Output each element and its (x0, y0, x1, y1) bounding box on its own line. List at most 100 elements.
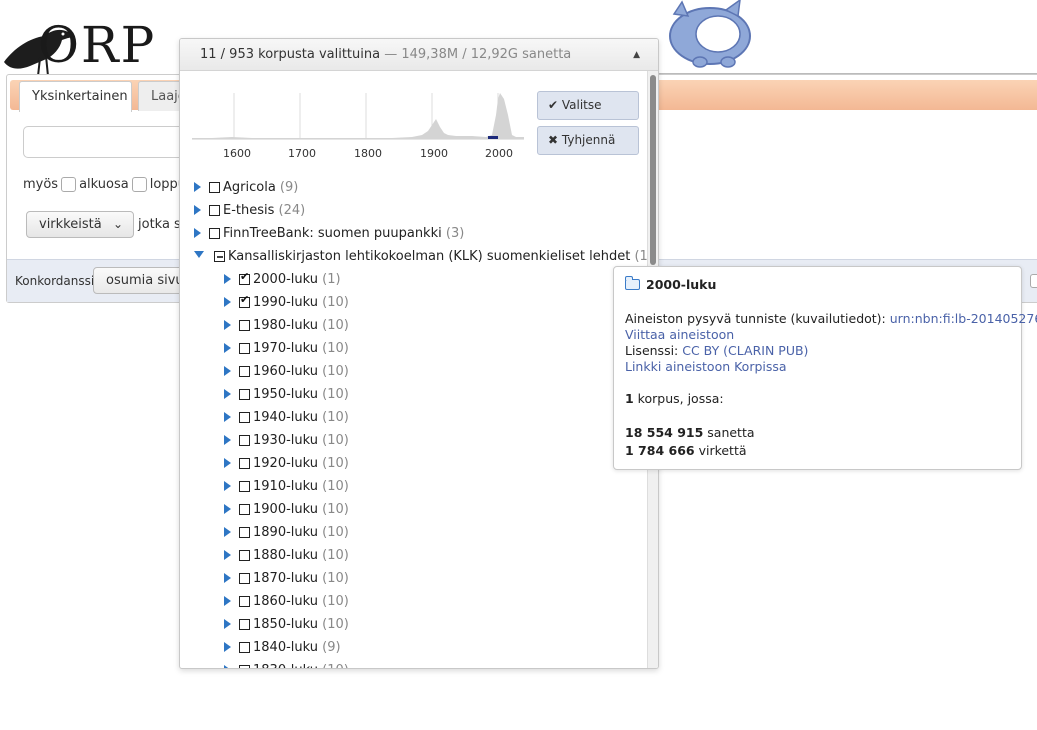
corpus-checkbox[interactable] (239, 619, 250, 630)
select-all-button[interactable]: ✔ Valitse kaikki (537, 91, 639, 139)
korp-link[interactable]: Linkki aineistoon Korpissa (625, 359, 787, 374)
corpus-checkbox[interactable] (239, 504, 250, 515)
corpus-tree-subitem[interactable]: 1830-luku (10) (224, 660, 349, 668)
expand-arrow-icon[interactable] (224, 274, 231, 284)
corpus-checkbox[interactable] (239, 412, 250, 423)
tab-simple[interactable]: Yksinkertainen (19, 81, 132, 112)
korp-logo[interactable]: ORP (0, 8, 175, 77)
corpus-tree-subitem[interactable]: 1930-luku (10) (224, 430, 349, 452)
expand-arrow-icon[interactable] (194, 182, 201, 192)
corpus-tree-subitem[interactable]: 1990-luku (10) (224, 292, 349, 314)
pid-link[interactable]: urn:nbn:fi:lb-201405276 (890, 311, 1037, 326)
expand-arrow-icon[interactable] (224, 412, 231, 422)
corpus-tree-subitem[interactable]: 1850-luku (10) (224, 614, 349, 636)
expand-arrow-icon[interactable] (224, 297, 231, 307)
corpus-tree-item[interactable]: FinnTreeBank: suomen puupankki (3) (194, 223, 464, 245)
corpus-tree-item[interactable]: Agricola (9) (194, 177, 298, 199)
unit-select[interactable]: virkkeistä ⌄ (26, 211, 134, 238)
expand-arrow-icon[interactable] (224, 665, 231, 668)
corpus-tree-subitem[interactable]: 1900-luku (10) (224, 499, 349, 521)
tokens-value: 18 554 915 (625, 425, 704, 440)
corpus-tree-item[interactable]: Kansalliskirjaston lehtikokoelman (KLK) … (194, 246, 658, 268)
info-title-text: 2000-luku (646, 277, 717, 292)
folder-icon (624, 276, 640, 290)
corpus-checkbox[interactable] (239, 642, 250, 653)
expand-arrow-icon[interactable] (224, 619, 231, 629)
expand-arrow-icon[interactable] (224, 435, 231, 445)
corpus-checkbox[interactable] (239, 596, 250, 607)
corpus-count: (9) (279, 180, 299, 195)
corpus-checkbox[interactable] (239, 270, 250, 285)
corpus-count: (10) (322, 525, 349, 540)
corpus-tree-item[interactable]: E-thesis (24) (194, 200, 305, 222)
sentences-label: virkettä (694, 443, 747, 458)
expand-arrow-icon[interactable] (194, 205, 201, 215)
corpus-checkbox[interactable] (209, 182, 220, 193)
info-korp-line: Linkki aineistoon Korpissa (625, 359, 787, 374)
concordance-label: Konkordanssi: (15, 274, 99, 288)
expand-arrow-icon[interactable] (194, 228, 201, 238)
corpus-label: 1920-luku (253, 456, 318, 471)
corpus-tree-subitem[interactable]: 1980-luku (10) (224, 315, 349, 337)
corpus-checkbox[interactable] (239, 481, 250, 492)
collapse-arrow-icon[interactable] (194, 251, 204, 258)
right-checkbox[interactable] (1030, 274, 1037, 288)
corpus-label: 1980-luku (253, 318, 318, 333)
corpus-checkbox[interactable] (239, 366, 250, 377)
corpus-tree-subitem[interactable]: 1870-luku (10) (224, 568, 349, 590)
corpus-checkbox[interactable] (239, 573, 250, 584)
corpus-checkbox[interactable] (209, 205, 220, 216)
corpus-tree-subitem[interactable]: 1890-luku (10) (224, 522, 349, 544)
cite-link[interactable]: Viittaa aineistoon (625, 327, 734, 342)
corpus-checkbox[interactable] (239, 665, 250, 668)
corpus-checkbox[interactable] (239, 389, 250, 400)
scrollbar-thumb[interactable] (650, 75, 656, 265)
clear-label: Tyhjennä (561, 133, 616, 147)
corpus-chooser-header[interactable]: 11 / 953 korpusta valittuina — 149,38M /… (180, 39, 658, 71)
expand-arrow-icon[interactable] (224, 527, 231, 537)
expand-arrow-icon[interactable] (224, 642, 231, 652)
corpus-tree-subitem[interactable]: 1920-luku (10) (224, 453, 349, 475)
expand-arrow-icon[interactable] (224, 550, 231, 560)
expand-arrow-icon[interactable] (224, 366, 231, 376)
expand-arrow-icon[interactable] (224, 389, 231, 399)
expand-arrow-icon[interactable] (224, 573, 231, 583)
hits-per-page-select[interactable]: osumia sivull (93, 267, 183, 294)
corpus-checkbox[interactable] (239, 435, 250, 446)
corpus-tree-subitem[interactable]: 2000-luku (1) (224, 269, 341, 291)
corpus-label: 1990-luku (253, 295, 318, 310)
expand-arrow-icon[interactable] (224, 320, 231, 330)
corpus-tree-subitem[interactable]: 1940-luku (10) (224, 407, 349, 429)
info-pid-line: Aineiston pysyvä tunniste (kuvailutiedot… (625, 311, 1037, 326)
clear-button[interactable]: ✖ Tyhjennä (537, 126, 639, 155)
expand-arrow-icon[interactable] (224, 481, 231, 491)
corpus-tree-subitem[interactable]: 1960-luku (10) (224, 361, 349, 383)
expand-arrow-icon[interactable] (224, 596, 231, 606)
corpus-tree-subitem[interactable]: 1970-luku (10) (224, 338, 349, 360)
corpus-checkbox[interactable] (239, 293, 250, 308)
corpus-checkbox[interactable] (239, 320, 250, 331)
corpus-tree-subitem[interactable]: 1880-luku (10) (224, 545, 349, 567)
license-link[interactable]: CC BY (CLARIN PUB) (682, 343, 808, 358)
expand-arrow-icon[interactable] (224, 504, 231, 514)
search-input[interactable] (23, 126, 193, 158)
corpus-checkbox[interactable] (239, 343, 250, 354)
corpus-tree-subitem[interactable]: 1910-luku (10) (224, 476, 349, 498)
corpus-checkbox[interactable] (239, 458, 250, 469)
corpus-label: 1840-luku (253, 640, 318, 655)
corpus-count: (1) (322, 272, 341, 287)
suffix-checkbox[interactable] (131, 177, 147, 192)
logo-text: ORP (38, 16, 157, 74)
prefix-checkbox[interactable] (61, 177, 77, 192)
corpus-label: 1860-luku (253, 594, 318, 609)
expand-arrow-icon[interactable] (224, 458, 231, 468)
corpus-checkbox[interactable] (239, 550, 250, 561)
expand-arrow-icon[interactable] (224, 343, 231, 353)
unit-select-value: virkkeistä (39, 217, 102, 232)
corpus-checkbox[interactable] (209, 228, 220, 239)
corpus-checkbox[interactable] (214, 251, 225, 262)
corpus-tree-subitem[interactable]: 1860-luku (10) (224, 591, 349, 613)
corpus-tree-subitem[interactable]: 1840-luku (9) (224, 637, 341, 659)
corpus-tree-subitem[interactable]: 1950-luku (10) (224, 384, 349, 406)
corpus-checkbox[interactable] (239, 527, 250, 538)
